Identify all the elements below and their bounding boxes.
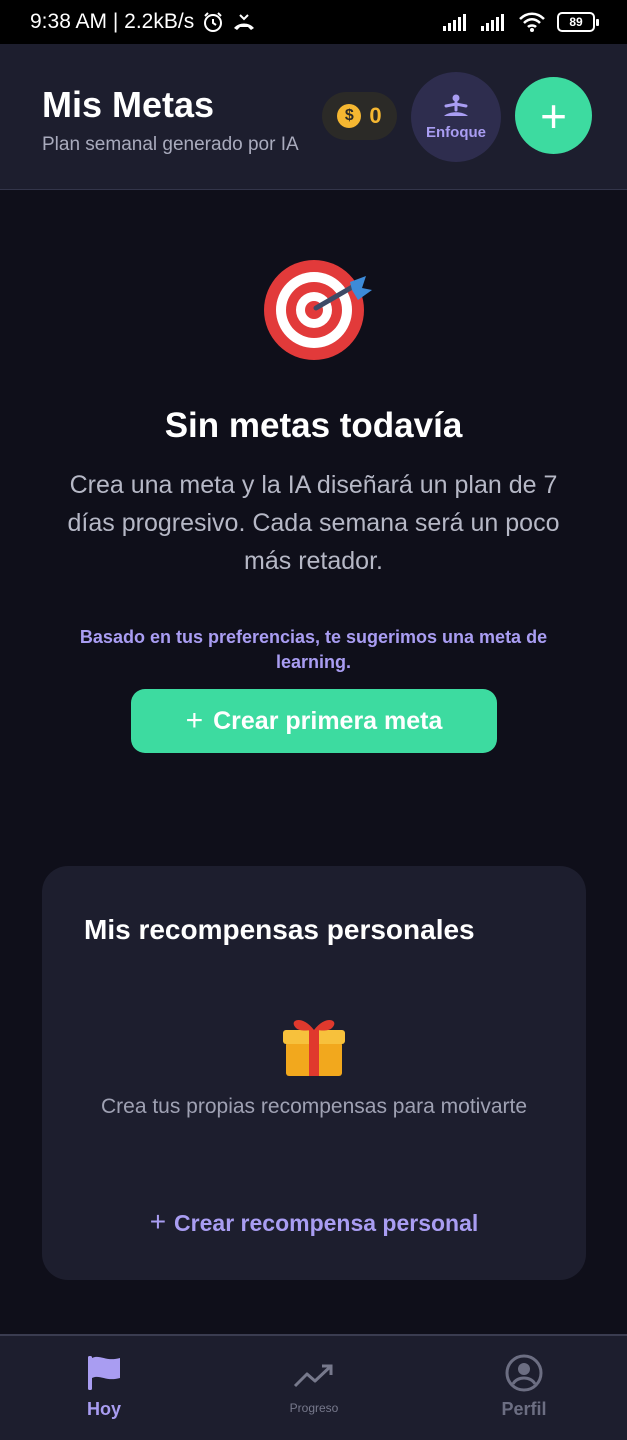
trending-up-icon	[293, 1364, 333, 1388]
target-dart-icon	[264, 260, 372, 360]
plus-icon: +	[149, 1206, 167, 1237]
create-reward-label: Crear recompensa personal	[174, 1210, 479, 1236]
coin-count: 0	[369, 103, 382, 128]
status-left: 9:38 AM | 2.2kB/s	[30, 10, 256, 34]
nav-item-perfil[interactable]: Perfil	[484, 1336, 564, 1440]
wifi-icon	[519, 12, 545, 32]
nav-item-progreso[interactable]: Progreso	[274, 1336, 354, 1440]
status-time: 9:38 AM | 2.2kB/s	[30, 10, 195, 33]
focus-label: Enfoque	[426, 123, 486, 141]
app-header: Mis Metas Plan semanal generado por IA $…	[0, 44, 627, 190]
battery-icon: 89	[557, 12, 599, 32]
add-goal-button[interactable]: +	[515, 77, 592, 154]
empty-state-title: Sin metas todavía	[164, 406, 463, 445]
flag-icon	[88, 1356, 120, 1390]
rewards-description: Crea tus propias recompensas para motiva…	[100, 1095, 528, 1118]
nav-label-progreso: Progreso	[289, 1401, 339, 1415]
rewards-card: Mis recompensas personales Crea tus prop…	[42, 866, 586, 1280]
goal-suggestion: Basado en tus preferencias, te sugerimos…	[79, 627, 548, 672]
plus-icon: +	[185, 704, 204, 737]
page-subtitle: Plan semanal generado por IA	[42, 134, 299, 155]
create-first-goal-button[interactable]: + Crear primera meta	[131, 689, 497, 753]
create-first-goal-label: Crear primera meta	[213, 706, 443, 735]
status-bar: 9:38 AM | 2.2kB/s 89	[0, 0, 627, 44]
page-title: Mis Metas	[42, 84, 215, 125]
coin-balance[interactable]: $ 0	[322, 92, 397, 140]
empty-state-description: Crea una meta y la IA diseñará un plan d…	[67, 471, 560, 575]
signal-icon	[443, 14, 466, 31]
nav-label-hoy: Hoy	[86, 1399, 121, 1419]
profile-icon	[505, 1354, 543, 1392]
alarm-icon	[204, 12, 223, 32]
nav-item-hoy[interactable]: Hoy	[64, 1336, 144, 1440]
coin-icon: $	[337, 104, 362, 128]
status-right: 89	[443, 12, 599, 32]
bottom-navigation: Hoy Progreso Perfil	[0, 1334, 627, 1440]
create-reward-link[interactable]: + Crear recompensa personal	[42, 1206, 586, 1238]
focus-button[interactable]: Enfoque	[411, 72, 501, 162]
rewards-title: Mis recompensas personales	[84, 914, 475, 945]
signal-icon	[481, 14, 504, 31]
meditation-icon	[444, 94, 468, 116]
gift-icon	[283, 1019, 345, 1076]
missed-call-icon	[234, 14, 255, 30]
nav-label-perfil: Perfil	[501, 1399, 547, 1419]
